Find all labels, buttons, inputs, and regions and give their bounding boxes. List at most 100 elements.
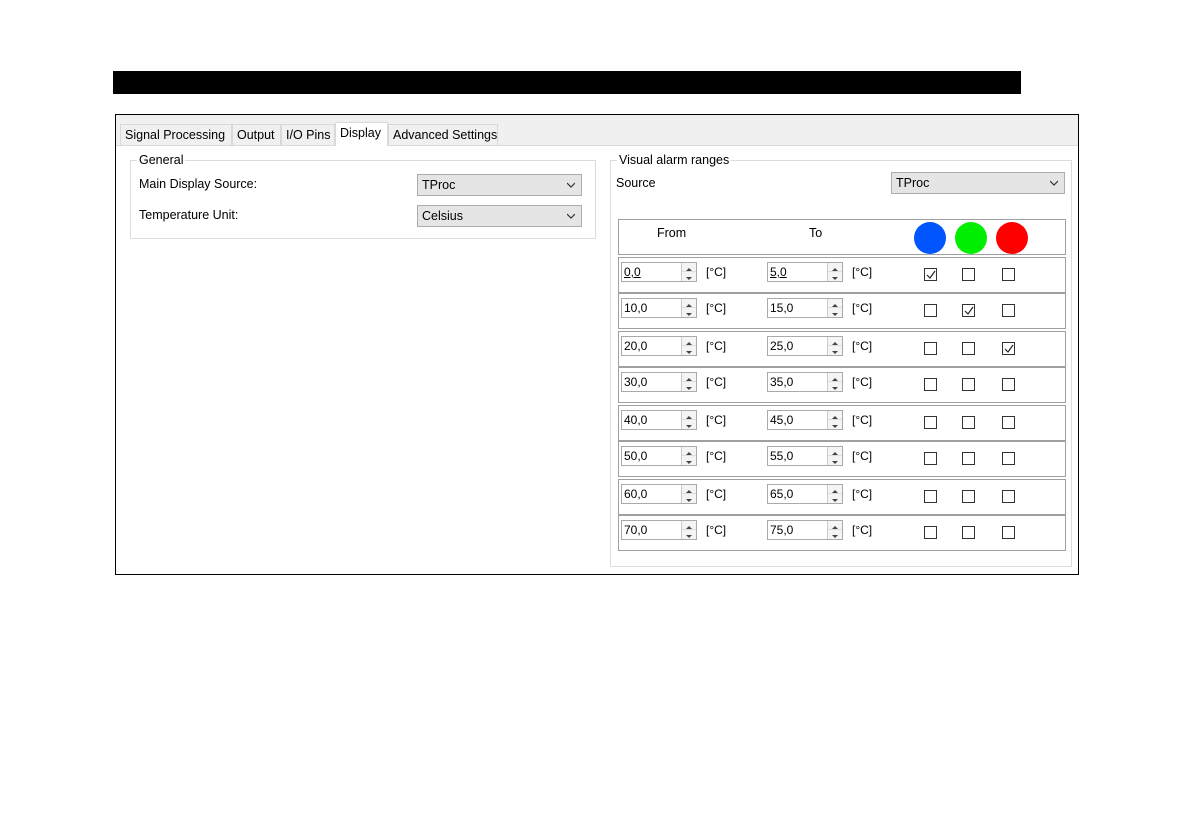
spin-up-icon[interactable] bbox=[828, 485, 842, 494]
red-alarm-checkbox[interactable] bbox=[1002, 342, 1015, 355]
green-alarm-checkbox[interactable] bbox=[962, 526, 975, 539]
to-spinbox[interactable]: 25,0 bbox=[767, 336, 843, 356]
blue-alarm-checkbox[interactable] bbox=[924, 526, 937, 539]
from-value[interactable]: 20,0 bbox=[624, 337, 647, 355]
red-alarm-checkbox[interactable] bbox=[1002, 378, 1015, 391]
tab-advanced-settings[interactable]: Advanced Settings bbox=[388, 124, 498, 145]
blue-alarm-checkbox[interactable] bbox=[924, 378, 937, 391]
blue-alarm-checkbox[interactable] bbox=[924, 342, 937, 355]
temperature-unit-select[interactable]: Celsius bbox=[417, 205, 582, 227]
spin-down-icon[interactable] bbox=[682, 382, 696, 391]
from-spinbox[interactable]: 0,0 bbox=[621, 262, 697, 282]
spin-down-icon[interactable] bbox=[682, 272, 696, 281]
green-alarm-checkbox[interactable] bbox=[962, 416, 975, 429]
spin-down-icon[interactable] bbox=[682, 456, 696, 465]
tab-signal-processing[interactable]: Signal Processing bbox=[120, 124, 232, 145]
spin-up-icon[interactable] bbox=[828, 447, 842, 456]
to-value[interactable]: 45,0 bbox=[770, 411, 793, 429]
to-value[interactable]: 75,0 bbox=[770, 521, 793, 539]
blue-alarm-checkbox[interactable] bbox=[924, 452, 937, 465]
green-alarm-checkbox[interactable] bbox=[962, 342, 975, 355]
spin-down-icon[interactable] bbox=[828, 530, 842, 539]
spin-up-icon[interactable] bbox=[682, 299, 696, 308]
red-alarm-checkbox[interactable] bbox=[1002, 268, 1015, 281]
to-spinbox[interactable]: 75,0 bbox=[767, 520, 843, 540]
spin-down-icon[interactable] bbox=[682, 420, 696, 429]
blue-alarm-checkbox[interactable] bbox=[924, 490, 937, 503]
to-value[interactable]: 55,0 bbox=[770, 447, 793, 465]
from-spinbox[interactable]: 30,0 bbox=[621, 372, 697, 392]
spin-up-icon[interactable] bbox=[828, 337, 842, 346]
spin-up-icon[interactable] bbox=[682, 373, 696, 382]
from-value[interactable]: 10,0 bbox=[624, 299, 647, 317]
red-alarm-checkbox[interactable] bbox=[1002, 490, 1015, 503]
spin-up-icon[interactable] bbox=[828, 521, 842, 530]
spin-down-icon[interactable] bbox=[828, 382, 842, 391]
tab-output[interactable]: Output bbox=[232, 124, 281, 145]
spin-up-icon[interactable] bbox=[682, 485, 696, 494]
spin-down-icon[interactable] bbox=[828, 346, 842, 355]
to-value[interactable]: 25,0 bbox=[770, 337, 793, 355]
spin-up-icon[interactable] bbox=[682, 447, 696, 456]
from-value[interactable]: 70,0 bbox=[624, 521, 647, 539]
from-spinbox[interactable]: 20,0 bbox=[621, 336, 697, 356]
spin-up-icon[interactable] bbox=[828, 373, 842, 382]
from-unit-label: [°C] bbox=[706, 487, 727, 501]
spin-buttons bbox=[681, 373, 696, 391]
to-spinbox[interactable]: 45,0 bbox=[767, 410, 843, 430]
red-alarm-checkbox[interactable] bbox=[1002, 452, 1015, 465]
red-alarm-checkbox[interactable] bbox=[1002, 304, 1015, 317]
red-alarm-checkbox[interactable] bbox=[1002, 526, 1015, 539]
red-alarm-checkbox[interactable] bbox=[1002, 416, 1015, 429]
from-spinbox[interactable]: 40,0 bbox=[621, 410, 697, 430]
from-spinbox[interactable]: 70,0 bbox=[621, 520, 697, 540]
to-spinbox[interactable]: 65,0 bbox=[767, 484, 843, 504]
spin-up-icon[interactable] bbox=[828, 263, 842, 272]
from-value[interactable]: 60,0 bbox=[624, 485, 647, 503]
to-value[interactable]: 65,0 bbox=[770, 485, 793, 503]
from-spinbox[interactable]: 50,0 bbox=[621, 446, 697, 466]
tab-io-pins[interactable]: I/O Pins bbox=[281, 124, 335, 145]
blue-alarm-checkbox[interactable] bbox=[924, 268, 937, 281]
alarm-source-select[interactable]: TProc bbox=[891, 172, 1065, 194]
to-spinbox[interactable]: 5,0 bbox=[767, 262, 843, 282]
from-unit-label: [°C] bbox=[706, 339, 727, 353]
spin-down-icon[interactable] bbox=[828, 272, 842, 281]
tab-display[interactable]: Display bbox=[335, 122, 388, 146]
spin-up-icon[interactable] bbox=[682, 263, 696, 272]
green-alarm-checkbox[interactable] bbox=[962, 304, 975, 317]
from-spinbox[interactable]: 10,0 bbox=[621, 298, 697, 318]
spin-down-icon[interactable] bbox=[828, 420, 842, 429]
blue-alarm-checkbox[interactable] bbox=[924, 416, 937, 429]
from-value[interactable]: 50,0 bbox=[624, 447, 647, 465]
green-alarm-checkbox[interactable] bbox=[962, 490, 975, 503]
from-value[interactable]: 40,0 bbox=[624, 411, 647, 429]
spin-up-icon[interactable] bbox=[682, 411, 696, 420]
green-alarm-checkbox[interactable] bbox=[962, 268, 975, 281]
spin-down-icon[interactable] bbox=[828, 456, 842, 465]
from-spinbox[interactable]: 60,0 bbox=[621, 484, 697, 504]
spin-down-icon[interactable] bbox=[682, 494, 696, 503]
to-value[interactable]: 5,0 bbox=[770, 263, 787, 281]
to-value[interactable]: 15,0 bbox=[770, 299, 793, 317]
from-value[interactable]: 30,0 bbox=[624, 373, 647, 391]
green-alarm-checkbox[interactable] bbox=[962, 452, 975, 465]
spin-down-icon[interactable] bbox=[682, 346, 696, 355]
green-alarm-checkbox[interactable] bbox=[962, 378, 975, 391]
spin-up-icon[interactable] bbox=[828, 299, 842, 308]
spin-down-icon[interactable] bbox=[682, 530, 696, 539]
to-value[interactable]: 35,0 bbox=[770, 373, 793, 391]
spin-up-icon[interactable] bbox=[682, 521, 696, 530]
alarm-source-label: Source bbox=[616, 176, 656, 190]
blue-alarm-checkbox[interactable] bbox=[924, 304, 937, 317]
spin-down-icon[interactable] bbox=[682, 308, 696, 317]
spin-up-icon[interactable] bbox=[828, 411, 842, 420]
to-spinbox[interactable]: 55,0 bbox=[767, 446, 843, 466]
to-spinbox[interactable]: 15,0 bbox=[767, 298, 843, 318]
spin-down-icon[interactable] bbox=[828, 494, 842, 503]
to-spinbox[interactable]: 35,0 bbox=[767, 372, 843, 392]
spin-up-icon[interactable] bbox=[682, 337, 696, 346]
from-value[interactable]: 0,0 bbox=[624, 263, 641, 281]
main-display-source-select[interactable]: TProc bbox=[417, 174, 582, 196]
spin-down-icon[interactable] bbox=[828, 308, 842, 317]
